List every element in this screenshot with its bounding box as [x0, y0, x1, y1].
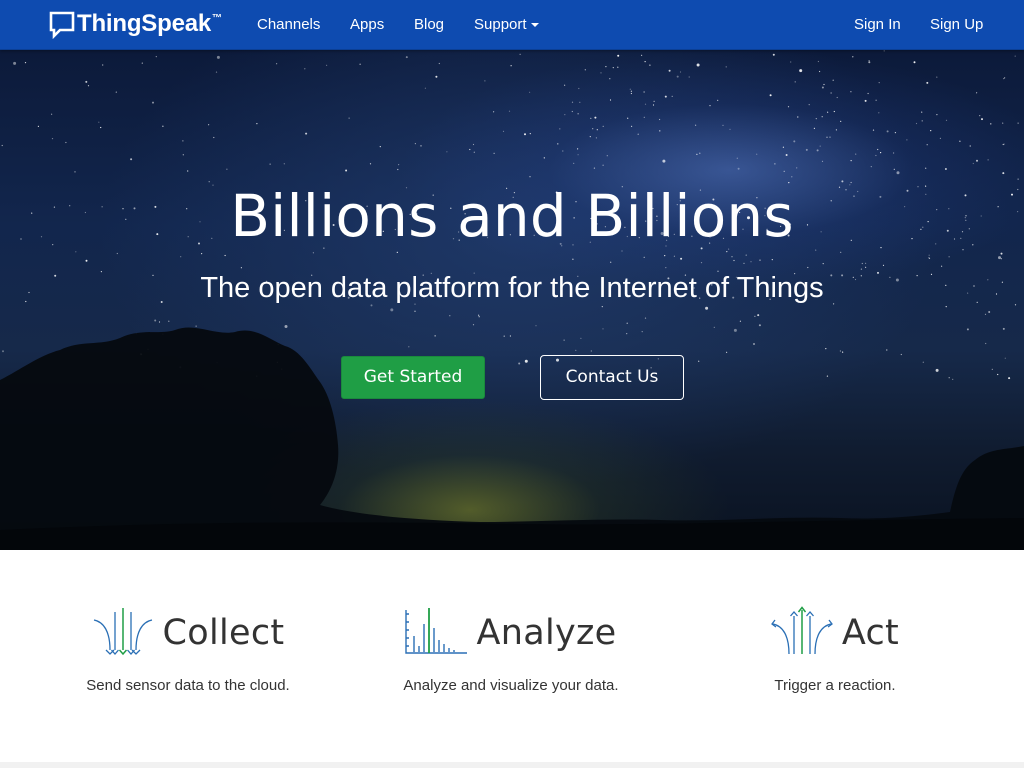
hero-section: Billions and Billions The open data plat… [0, 50, 1024, 550]
top-navbar: ThingSpeak ™ Channels Apps Blog Support … [0, 0, 1024, 50]
hero-subtitle: The open data platform for the Internet … [200, 272, 824, 304]
feature-analyze-description: Analyze and visualize your data. [403, 677, 619, 694]
feature-collect-description: Send sensor data to the cloud. [86, 677, 290, 694]
nav-link-apps[interactable]: Apps [350, 0, 384, 50]
caret-down-icon [530, 23, 539, 28]
sign-in-link[interactable]: Sign In [854, 0, 901, 50]
feature-collect: Collect Send sensor data to the cloud. [68, 606, 308, 694]
brand-logo-link[interactable]: ThingSpeak ™ [49, 10, 222, 40]
brand-trademark: ™ [212, 13, 223, 24]
brand-name: ThingSpeak [77, 10, 212, 37]
speech-bubble-icon [49, 11, 75, 39]
feature-collect-header: Collect [68, 606, 308, 656]
feature-analyze: Analyze Analyze and visualize your data. [391, 606, 631, 694]
feature-collect-title: Collect [162, 613, 285, 653]
nav-link-blog[interactable]: Blog [414, 0, 444, 50]
feature-analyze-header: Analyze [391, 606, 631, 656]
feature-act-title: Act [841, 613, 900, 653]
feature-act: Act Trigger a reaction. [715, 606, 955, 694]
nav-dropdown-support[interactable]: Support [474, 0, 539, 50]
analyze-bar-chart-icon [405, 608, 468, 654]
contact-us-button[interactable]: Contact Us [540, 355, 684, 400]
footer-band [0, 762, 1024, 768]
act-arrows-up-icon [770, 606, 833, 655]
nav-link-channels[interactable]: Channels [257, 0, 320, 50]
nav-link-support-label: Support [474, 16, 527, 33]
hero-title: Billions and Billions [230, 182, 794, 250]
get-started-button[interactable]: Get Started [341, 356, 485, 399]
feature-analyze-title: Analyze [476, 613, 617, 653]
feature-act-header: Act [715, 606, 955, 656]
collect-arrows-down-icon [93, 608, 152, 656]
feature-act-description: Trigger a reaction. [774, 677, 896, 694]
tree-silhouette [0, 327, 1024, 550]
sign-up-link[interactable]: Sign Up [930, 0, 983, 50]
